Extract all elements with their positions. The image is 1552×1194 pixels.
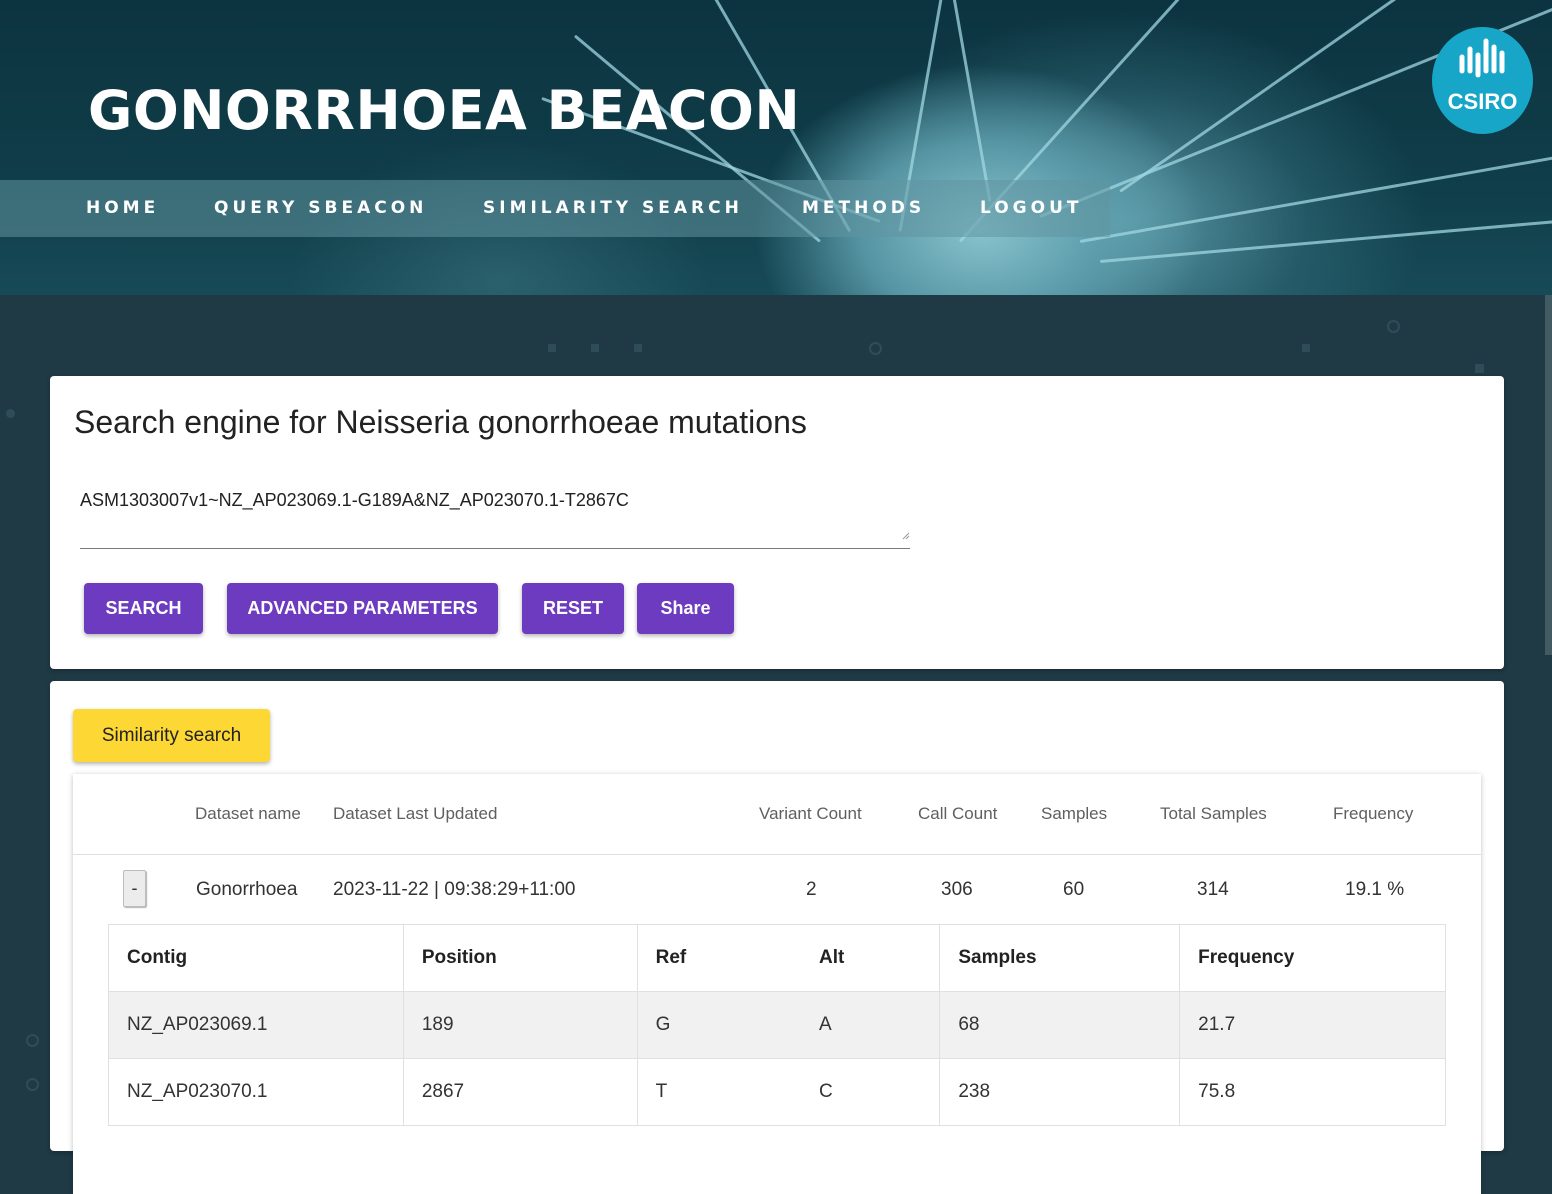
cell-dataset-name: Gonorrhoea (196, 879, 298, 900)
bg-dot (1475, 364, 1484, 373)
variants-col-contig: Contig (108, 924, 404, 992)
advanced-parameters-button[interactable]: ADVANCED PARAMETERS (227, 583, 498, 634)
cell-frequency: 19.1 % (1345, 879, 1405, 900)
variants-col-position: Position (402, 924, 638, 992)
nav-home[interactable]: HOME (86, 180, 159, 237)
col-frequency: Frequency (1333, 804, 1414, 823)
cell-frequency: 75.8 (1179, 1058, 1446, 1126)
cell-frequency: 21.7 (1179, 991, 1446, 1059)
resize-handle-icon[interactable] (902, 532, 910, 540)
cell-samples: 68 (939, 991, 1181, 1059)
bg-dot (548, 344, 556, 352)
nav-methods[interactable]: METHODS (802, 180, 925, 237)
bg-ring (1387, 320, 1400, 333)
cell-position: 189 (402, 991, 638, 1059)
cell-alt: C (792, 1058, 941, 1126)
reset-button[interactable]: RESET (522, 583, 624, 634)
cell-last-updated: 2023-11-22 | 09:38:29+11:00 (333, 879, 576, 900)
cell-contig: NZ_AP023070.1 (108, 1058, 404, 1126)
header-divider (73, 854, 1481, 855)
variants-header-row: Contig Position Ref Alt Samples Frequenc… (108, 924, 1446, 992)
cell-total-samples: 314 (1197, 879, 1229, 900)
bg-ring (26, 1078, 39, 1091)
logo-text: CSIRO (1447, 89, 1518, 114)
results-card: Similarity search Dataset name Dataset L… (50, 681, 1504, 1194)
bg-ring (869, 342, 882, 355)
logo-bars-icon (1459, 38, 1505, 78)
cell-position: 2867 (402, 1058, 638, 1126)
cell-samples: 238 (939, 1058, 1181, 1126)
site-title: GONORRHOEA BEACON (88, 79, 801, 142)
nav-similarity-search[interactable]: SIMILARITY SEARCH (483, 180, 743, 237)
nav-query-sbeacon[interactable]: QUERY SBEACON (214, 180, 427, 237)
variants-col-ref: Ref (636, 924, 793, 992)
share-button[interactable]: Share (637, 583, 734, 634)
main-nav: HOME QUERY SBEACON SIMILARITY SEARCH MET… (0, 180, 1110, 237)
query-input[interactable]: ASM1303007v1~NZ_AP023069.1-G189A&NZ_AP02… (80, 486, 910, 549)
table-row: NZ_AP023070.1 2867 T C 238 75.8 (108, 1058, 1446, 1126)
variants-col-samples: Samples (939, 924, 1181, 992)
cell-samples: 60 (1063, 879, 1085, 900)
site-header: GONORRHOEA BEACON HOME QUERY SBEACON SIM… (0, 0, 1552, 295)
col-dataset-last-updated: Dataset Last Updated (333, 804, 498, 823)
variants-col-frequency: Frequency (1179, 924, 1446, 992)
page-scrollbar[interactable] (1545, 295, 1552, 655)
similarity-search-button[interactable]: Similarity search (73, 709, 270, 762)
col-call-count: Call Count (918, 804, 998, 823)
search-card: Search engine for Neisseria gonorrhoeae … (50, 376, 1504, 669)
csiro-logo[interactable]: CSIRO (1432, 27, 1533, 134)
bg-dot (591, 344, 599, 352)
cell-variant-count: 2 (806, 879, 817, 900)
col-dataset-name: Dataset name (195, 804, 301, 823)
cell-call-count: 306 (941, 879, 973, 900)
col-total-samples: Total Samples (1160, 804, 1267, 823)
bg-dot (1302, 344, 1310, 352)
cell-ref: T (636, 1058, 793, 1126)
variants-table: Contig Position Ref Alt Samples Frequenc… (108, 924, 1446, 1126)
cell-alt: A (792, 991, 941, 1059)
nav-logout[interactable]: LOGOUT (980, 180, 1082, 237)
cell-contig: NZ_AP023069.1 (108, 991, 404, 1059)
cell-ref: G (636, 991, 793, 1059)
bg-dot (6, 409, 15, 418)
col-variant-count: Variant Count (759, 804, 862, 823)
search-button[interactable]: SEARCH (84, 583, 203, 634)
results-table: Dataset name Dataset Last Updated Varian… (73, 774, 1481, 1194)
table-row: NZ_AP023069.1 189 G A 68 21.7 (108, 991, 1446, 1059)
col-samples: Samples (1041, 804, 1108, 823)
collapse-row-button[interactable]: - (123, 870, 146, 907)
variants-col-alt: Alt (792, 924, 941, 992)
bg-dot (634, 344, 642, 352)
bg-ring (26, 1034, 39, 1047)
search-title: Search engine for Neisseria gonorrhoeae … (74, 404, 807, 440)
